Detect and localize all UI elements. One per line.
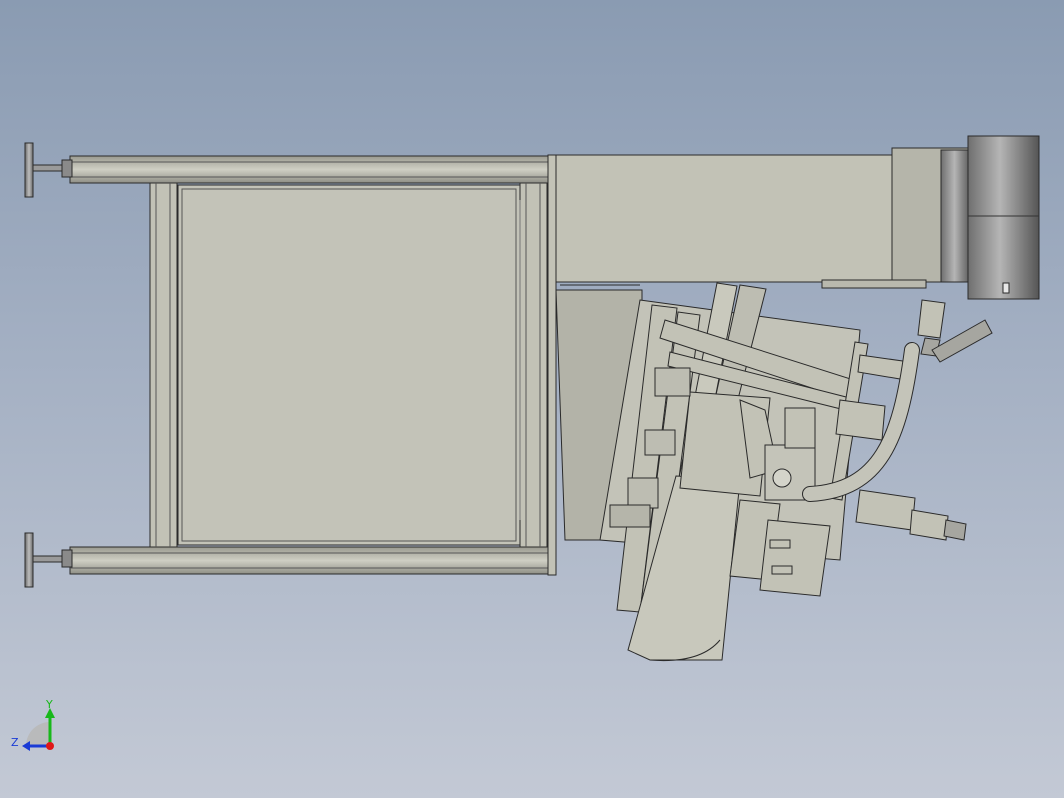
z-axis-label: Z (11, 736, 19, 749)
leveling-foot-top (24, 142, 73, 198)
frame-bottom-rail (69, 546, 549, 575)
frame-left-post (149, 182, 178, 548)
motor-unit[interactable] (940, 135, 1040, 300)
y-axis-label: Y (46, 698, 53, 711)
x-axis-dot (46, 742, 54, 750)
cad-viewport[interactable] (0, 0, 1064, 798)
frame-assembly[interactable] (69, 155, 549, 575)
coordinate-triad (22, 708, 55, 751)
frame-panel (177, 184, 521, 546)
leveling-foot-bottom (24, 532, 73, 588)
frame-top-rail (69, 155, 549, 184)
frame-right-post (519, 182, 548, 548)
saw-head-assembly[interactable] (555, 282, 993, 662)
